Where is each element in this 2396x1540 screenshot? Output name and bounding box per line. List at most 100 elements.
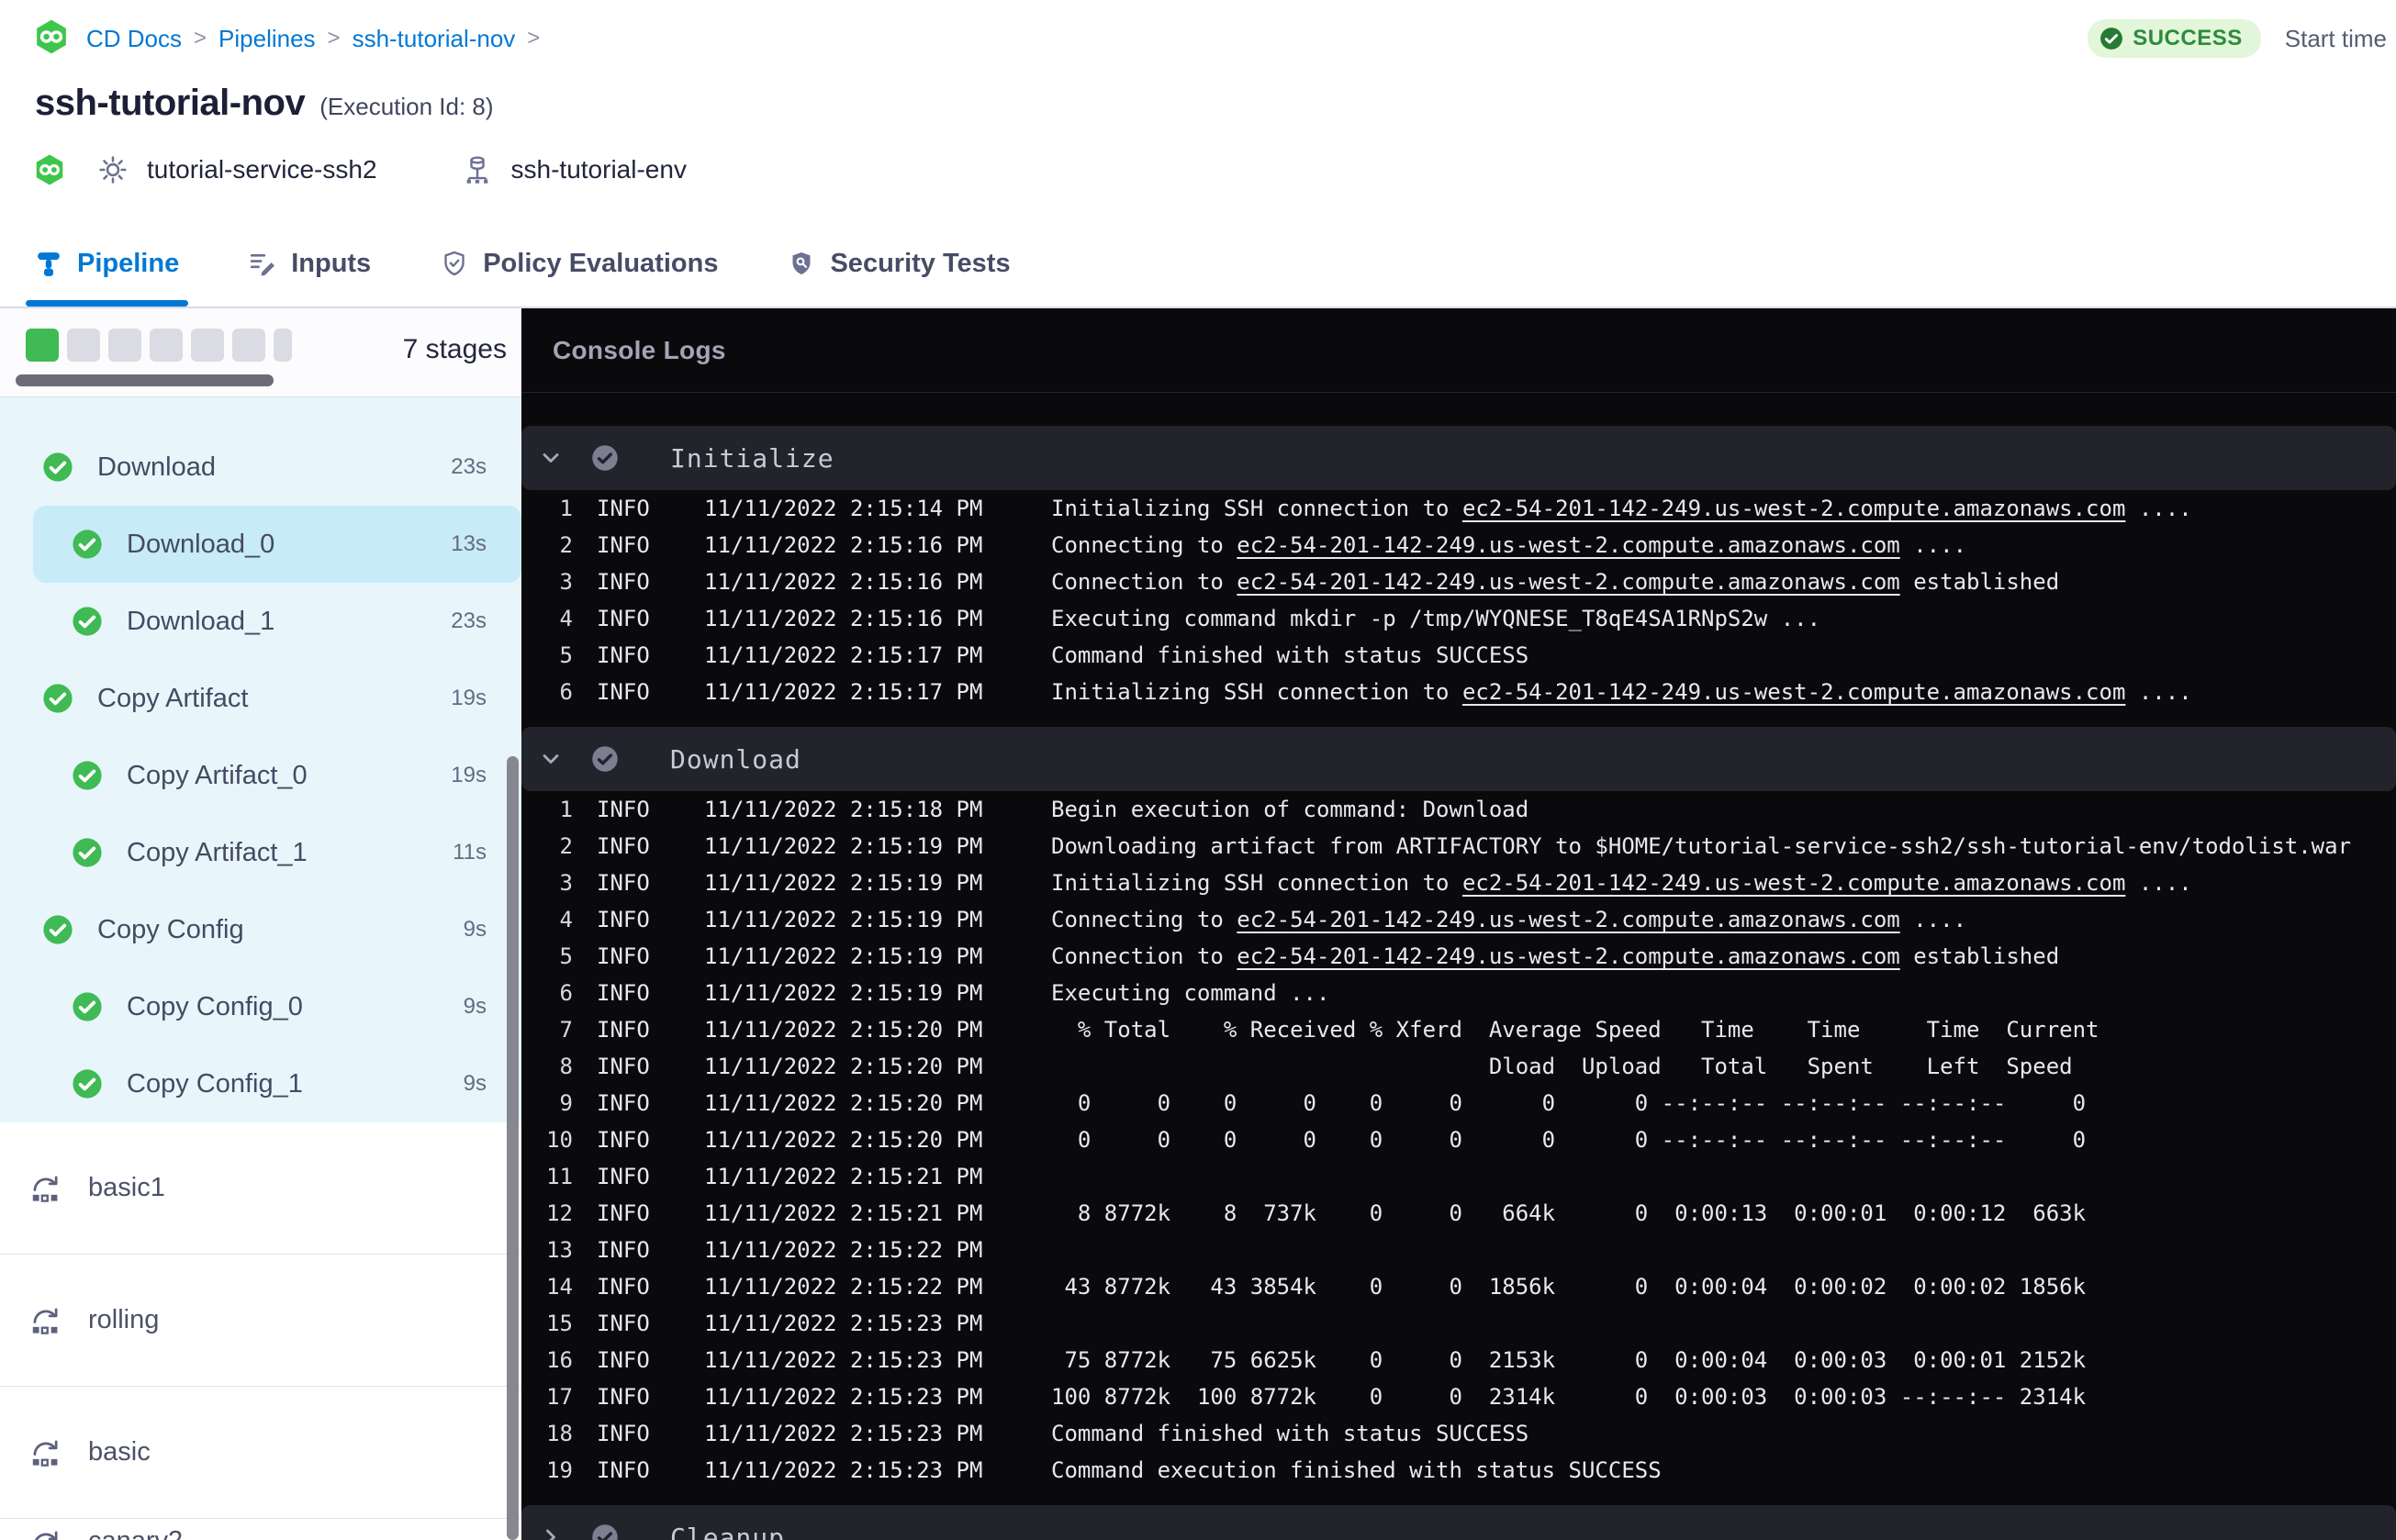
breadcrumb: CD Docs > Pipelines > ssh-tutorial-nov > [86,25,552,53]
log-message: Executing command ... [1051,980,1330,1006]
section-success-check-icon [591,1523,619,1540]
stage-count-label: 7 stages [402,334,507,364]
stage-row-copy-artifact[interactable]: Copy Artifact 19s [0,660,521,737]
log-row: 15 INFO 11/11/2022 2:15:23 PM [521,1305,2396,1342]
log-section-header-initialize[interactable]: Initialize [521,426,2396,490]
log-row: 4 INFO 11/11/2022 2:15:16 PM Executing comm… [521,600,2396,637]
log-message: 8 8772k 8 737k 0 0 664k 0 0:00:13 0:00:0… [1051,1200,2087,1226]
breadcrumb-link-pipelines[interactable]: Pipelines [218,25,316,53]
stage-row-download_1[interactable]: Download_1 23s [0,583,521,660]
log-line-number: 17 [546,1384,573,1410]
stage-progress-square [191,329,224,362]
log-level: INFO [597,1457,650,1483]
log-host-link[interactable]: ec2-54-201-142-249.us-west-2.compute.ama… [1237,907,1899,932]
log-row: 7 INFO 11/11/2022 2:15:20 PM % Total % Rec… [521,1011,2396,1048]
console-log-area: Initialize 1 INFO 11/11/2022 2:15:14 PM Init… [521,393,2396,1540]
log-line-number: 2 [559,532,573,558]
inputs-icon [249,250,276,277]
log-line-number: 12 [546,1200,573,1226]
log-timestamp: 11/11/2022 2:15:20 PM [704,1054,983,1079]
main-split: 7 stages Download 23s Download_0 13s Downloa… [0,308,2396,1540]
log-section-header-download[interactable]: Download [521,727,2396,791]
chevron-down-icon[interactable] [540,447,562,469]
breadcrumb-link-ssh-tutorial-nov[interactable]: ssh-tutorial-nov [353,25,516,53]
environment-name[interactable]: ssh-tutorial-env [511,155,687,184]
log-timestamp: 11/11/2022 2:15:16 PM [704,532,983,558]
stages-sidebar: 7 stages Download 23s Download_0 13s Downloa… [0,308,521,1540]
log-level: INFO [597,1347,650,1373]
tab-inputs[interactable]: Inputs [249,220,371,307]
stage-row-copy-config[interactable]: Copy Config 9s [0,891,521,968]
log-line-number: 1 [559,496,573,521]
log-timestamp: 11/11/2022 2:15:16 PM [704,606,983,631]
status-badge-label: SUCCESS [2133,26,2243,50]
security-shield-icon [788,250,815,277]
log-line-number: 7 [559,1017,573,1043]
chevron-right-icon[interactable] [540,1526,562,1540]
log-timestamp: 11/11/2022 2:15:21 PM [704,1164,983,1189]
stage-duration: 23s [451,454,487,479]
log-line-number: 14 [546,1274,573,1300]
log-host-link[interactable]: ec2-54-201-142-249.us-west-2.compute.ama… [1462,496,2125,521]
log-message: Executing command mkdir -p /tmp/WYQNESE_… [1051,606,1821,631]
log-line-number: 4 [559,907,573,932]
policy-shield-icon [441,250,468,277]
log-row: 10 INFO 11/11/2022 2:15:20 PM 0 0 0 0 0 0 … [521,1122,2396,1158]
stage-row-copy-config_1[interactable]: Copy Config_1 9s [0,1045,521,1122]
log-row: 16 INFO 11/11/2022 2:15:23 PM 75 8772k 75 … [521,1342,2396,1378]
log-level: INFO [597,870,650,896]
tab-policy-evaluations[interactable]: Policy Evaluations [441,220,718,307]
log-timestamp: 11/11/2022 2:15:23 PM [704,1384,983,1410]
rollback-item-canary2[interactable]: canary2 [0,1519,521,1540]
log-message: % Total % Received % Xferd Average Speed… [1051,1017,2099,1043]
page-header: CD Docs > Pipelines > ssh-tutorial-nov > SUCC… [0,0,2396,189]
log-message: Initializing SSH connection to ec2-54-20… [1051,679,2192,705]
log-message: Command finished with status SUCCESS [1051,642,1529,668]
tab-security-tests[interactable]: Security Tests [788,220,1011,307]
log-level: INFO [597,797,650,822]
log-message: Initializing SSH connection to ec2-54-20… [1051,496,2192,521]
log-level: INFO [597,532,650,558]
log-row: 1 INFO 11/11/2022 2:15:14 PM Initializing S… [521,490,2396,527]
stage-row-download[interactable]: Download 23s [0,429,521,506]
breadcrumb-link-cd-docs[interactable]: CD Docs [86,25,182,53]
rollback-item-rolling[interactable]: rolling [0,1255,521,1387]
service-name[interactable]: tutorial-service-ssh2 [147,155,377,184]
log-host-link[interactable]: ec2-54-201-142-249.us-west-2.compute.ama… [1462,679,2125,705]
log-host-link[interactable]: ec2-54-201-142-249.us-west-2.compute.ama… [1237,943,1899,969]
log-host-link[interactable]: ec2-54-201-142-249.us-west-2.compute.ama… [1237,569,1899,595]
log-host-link[interactable]: ec2-54-201-142-249.us-west-2.compute.ama… [1462,870,2125,896]
tab-label: Security Tests [830,248,1011,278]
stage-row-copy-config_0[interactable]: Copy Config_0 9s [0,968,521,1045]
log-section-title: Download [670,743,801,775]
log-timestamp: 11/11/2022 2:15:20 PM [704,1017,983,1043]
log-row: 11 INFO 11/11/2022 2:15:21 PM [521,1158,2396,1195]
tab-pipeline[interactable]: Pipeline [25,220,189,307]
log-timestamp: 11/11/2022 2:15:21 PM [704,1200,983,1226]
log-line-number: 16 [546,1347,573,1373]
chevron-down-icon[interactable] [540,748,562,770]
rollback-item-basic[interactable]: basic [0,1387,521,1519]
status-badge: SUCCESS [2088,19,2261,58]
rollback-stage-list: basic1 rolling basic canary2 [0,1122,521,1540]
log-section-header-cleanup[interactable]: Cleanup [521,1505,2396,1540]
breadcrumb-row: CD Docs > Pipelines > ssh-tutorial-nov > SUCC… [33,18,2390,59]
log-host-link[interactable]: ec2-54-201-142-249.us-west-2.compute.ama… [1237,532,1899,558]
log-timestamp: 11/11/2022 2:15:19 PM [704,870,983,896]
log-message: 0 0 0 0 0 0 0 0 --:--:-- --:--:-- --:--:… [1051,1090,2087,1116]
pipeline-execution-page: CD Docs > Pipelines > ssh-tutorial-nov > SUCC… [0,0,2396,1540]
stage-row-copy-artifact_0[interactable]: Copy Artifact_0 19s [0,737,521,814]
stage-row-copy-artifact_1[interactable]: Copy Artifact_1 11s [0,814,521,891]
log-level: INFO [597,679,650,705]
section-success-check-icon [591,444,619,472]
log-row: 9 INFO 11/11/2022 2:15:20 PM 0 0 0 0 0 0 0… [521,1085,2396,1122]
log-line-number: 5 [559,943,573,969]
rollback-item-basic1[interactable]: basic1 [0,1122,521,1255]
log-line-number: 13 [546,1237,573,1263]
sidebar-scrollbar-thumb[interactable] [507,756,519,1540]
stage-label: Copy Config_0 [127,991,303,1021]
rollback-icon [28,1171,62,1206]
stage-row-download_0[interactable]: Download_0 13s [33,506,521,583]
log-level: INFO [597,1421,650,1446]
horizontal-scrollbar-thumb[interactable] [16,374,274,386]
